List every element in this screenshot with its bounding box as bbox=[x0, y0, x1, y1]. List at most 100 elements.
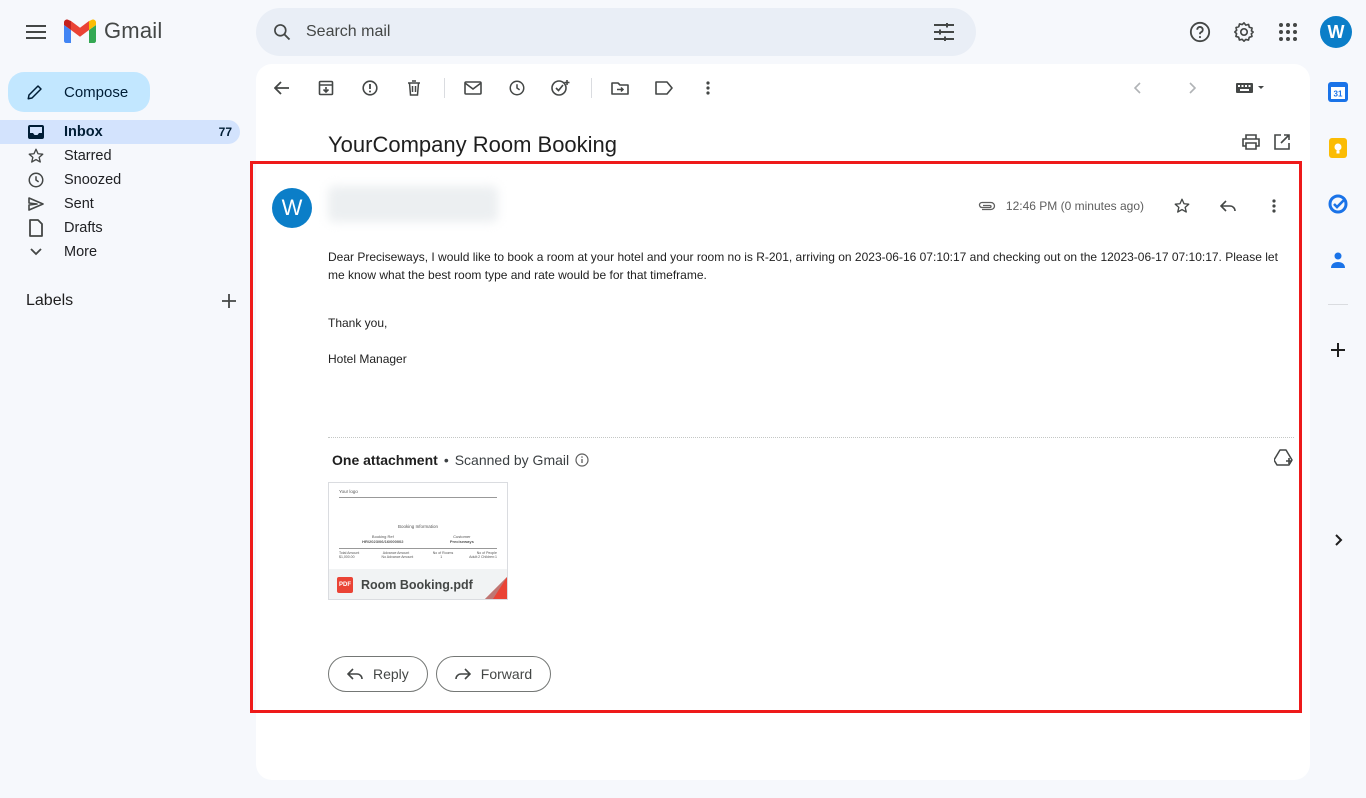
gmail-m-icon bbox=[64, 19, 96, 43]
support-button[interactable] bbox=[1180, 12, 1220, 52]
create-label-button[interactable] bbox=[222, 294, 236, 308]
mark-unread-button[interactable] bbox=[455, 72, 491, 104]
settings-button[interactable] bbox=[1224, 12, 1264, 52]
sidebar-item-label: Drafts bbox=[64, 220, 103, 236]
search-bar[interactable] bbox=[256, 8, 976, 56]
archive-button[interactable] bbox=[308, 72, 344, 104]
preview-val: $1,000.00 bbox=[339, 555, 355, 559]
body-paragraph: Dear Preciseways, I would like to book a… bbox=[328, 250, 1278, 282]
sidebar-item-snoozed[interactable]: Snoozed bbox=[0, 168, 240, 192]
attachment-clip-icon bbox=[978, 201, 996, 211]
sidebar-item-sent[interactable]: Sent bbox=[0, 192, 240, 216]
sidebar: Compose Inbox 77 Starred Snoozed Sent Dr… bbox=[0, 64, 256, 798]
star-button[interactable] bbox=[1162, 186, 1202, 226]
more-vert-icon bbox=[1272, 199, 1276, 213]
inbox-icon bbox=[26, 122, 46, 142]
input-tools-button[interactable] bbox=[1228, 72, 1272, 104]
archive-icon bbox=[318, 80, 334, 96]
email-subject: YourCompany Room Booking bbox=[328, 132, 618, 157]
sidebar-item-label: Starred bbox=[64, 148, 112, 164]
arrow-left-icon bbox=[274, 81, 289, 95]
attachment-header: One attachment • Scanned by Gmail bbox=[332, 452, 589, 468]
clock-icon bbox=[26, 170, 46, 190]
reply-actions: Reply Forward bbox=[328, 656, 552, 692]
top-right-actions: W bbox=[1180, 12, 1352, 52]
message-more-button[interactable] bbox=[1254, 186, 1294, 226]
forward-button[interactable]: Forward bbox=[435, 656, 552, 692]
info-icon[interactable] bbox=[575, 453, 589, 467]
reply-icon-button[interactable] bbox=[1208, 186, 1248, 226]
more-options-button[interactable] bbox=[690, 72, 726, 104]
sidebar-item-starred[interactable]: Starred bbox=[0, 144, 240, 168]
sidebar-item-inbox[interactable]: Inbox 77 bbox=[0, 120, 240, 144]
mail-icon bbox=[464, 81, 482, 95]
open-in-new-icon bbox=[1274, 134, 1290, 150]
search-options-button[interactable] bbox=[920, 8, 968, 56]
labels-heading: Labels bbox=[26, 292, 74, 309]
message-time: 12:46 PM (0 minutes ago) bbox=[1005, 199, 1144, 213]
attachment-filename: Room Booking.pdf bbox=[361, 578, 473, 592]
preview-val: 1 bbox=[440, 555, 443, 559]
sidebar-item-label: Sent bbox=[64, 196, 94, 212]
reply-button[interactable]: Reply bbox=[328, 656, 428, 692]
search-button[interactable] bbox=[258, 8, 306, 56]
show-side-panel-button[interactable] bbox=[1328, 530, 1348, 550]
calendar-app-button[interactable]: 31 bbox=[1328, 82, 1348, 102]
main-menu-button[interactable] bbox=[16, 12, 56, 52]
sidebar-item-label: Snoozed bbox=[64, 172, 122, 188]
label-icon bbox=[655, 81, 673, 95]
gear-icon bbox=[1234, 22, 1254, 42]
newer-button[interactable] bbox=[1120, 72, 1156, 104]
body-signature: Hotel Manager bbox=[328, 352, 407, 366]
pagination-controls bbox=[1120, 72, 1280, 104]
top-bar: Gmail W bbox=[0, 0, 1366, 64]
get-addons-button[interactable] bbox=[1328, 340, 1348, 360]
print-button[interactable] bbox=[1242, 134, 1260, 150]
preview-title: Booking Information bbox=[397, 524, 439, 529]
tasks-app-button[interactable] bbox=[1328, 194, 1348, 214]
search-input[interactable] bbox=[306, 8, 920, 56]
open-new-window-button[interactable] bbox=[1274, 134, 1290, 150]
send-icon bbox=[26, 194, 46, 214]
preview-val: No Advance Amount bbox=[381, 555, 414, 559]
preview-col: No of Rooms bbox=[432, 551, 454, 555]
keep-icon bbox=[1329, 138, 1347, 158]
page-fold-icon bbox=[485, 577, 507, 599]
toolbar-divider bbox=[591, 78, 592, 98]
keep-app-button[interactable] bbox=[1328, 138, 1348, 158]
report-spam-button[interactable] bbox=[352, 72, 388, 104]
account-avatar[interactable]: W bbox=[1320, 16, 1352, 48]
pdf-icon: PDF bbox=[337, 577, 353, 593]
compose-button[interactable]: Compose bbox=[8, 72, 150, 112]
sidebar-item-more[interactable]: More bbox=[0, 240, 240, 264]
move-to-button[interactable] bbox=[602, 72, 638, 104]
chevron-left-icon bbox=[1134, 82, 1141, 94]
side-panel-divider bbox=[1328, 304, 1348, 305]
preview-value: Preciseways bbox=[449, 539, 474, 544]
tasks-icon bbox=[1328, 194, 1348, 214]
reply-icon bbox=[347, 668, 363, 680]
delete-button[interactable] bbox=[396, 72, 432, 104]
snooze-button[interactable] bbox=[499, 72, 535, 104]
svg-text:31: 31 bbox=[1334, 90, 1343, 99]
back-button[interactable] bbox=[264, 72, 300, 104]
contacts-app-button[interactable] bbox=[1328, 250, 1348, 270]
help-icon bbox=[1189, 21, 1211, 43]
attachment-card[interactable]: Your logo Booking Information Booking Re… bbox=[328, 482, 508, 600]
sidebar-item-drafts[interactable]: Drafts bbox=[0, 216, 240, 240]
gmail-logo[interactable]: Gmail bbox=[64, 18, 162, 44]
toolbar-divider bbox=[444, 78, 445, 98]
plus-icon bbox=[1331, 343, 1345, 357]
add-task-button[interactable] bbox=[543, 72, 579, 104]
scanned-label: Scanned by Gmail bbox=[454, 452, 570, 468]
labels-button[interactable] bbox=[646, 72, 682, 104]
drive-add-icon bbox=[1274, 449, 1293, 466]
older-button[interactable] bbox=[1174, 72, 1210, 104]
app-name: Gmail bbox=[104, 18, 163, 43]
add-to-drive-button[interactable] bbox=[1274, 449, 1294, 467]
trash-icon bbox=[408, 80, 420, 96]
attachment-footer: PDF Room Booking.pdf bbox=[329, 569, 507, 599]
google-apps-button[interactable] bbox=[1268, 12, 1308, 52]
attachment-count: One attachment bbox=[332, 452, 438, 468]
chevron-right-icon bbox=[1189, 82, 1196, 94]
